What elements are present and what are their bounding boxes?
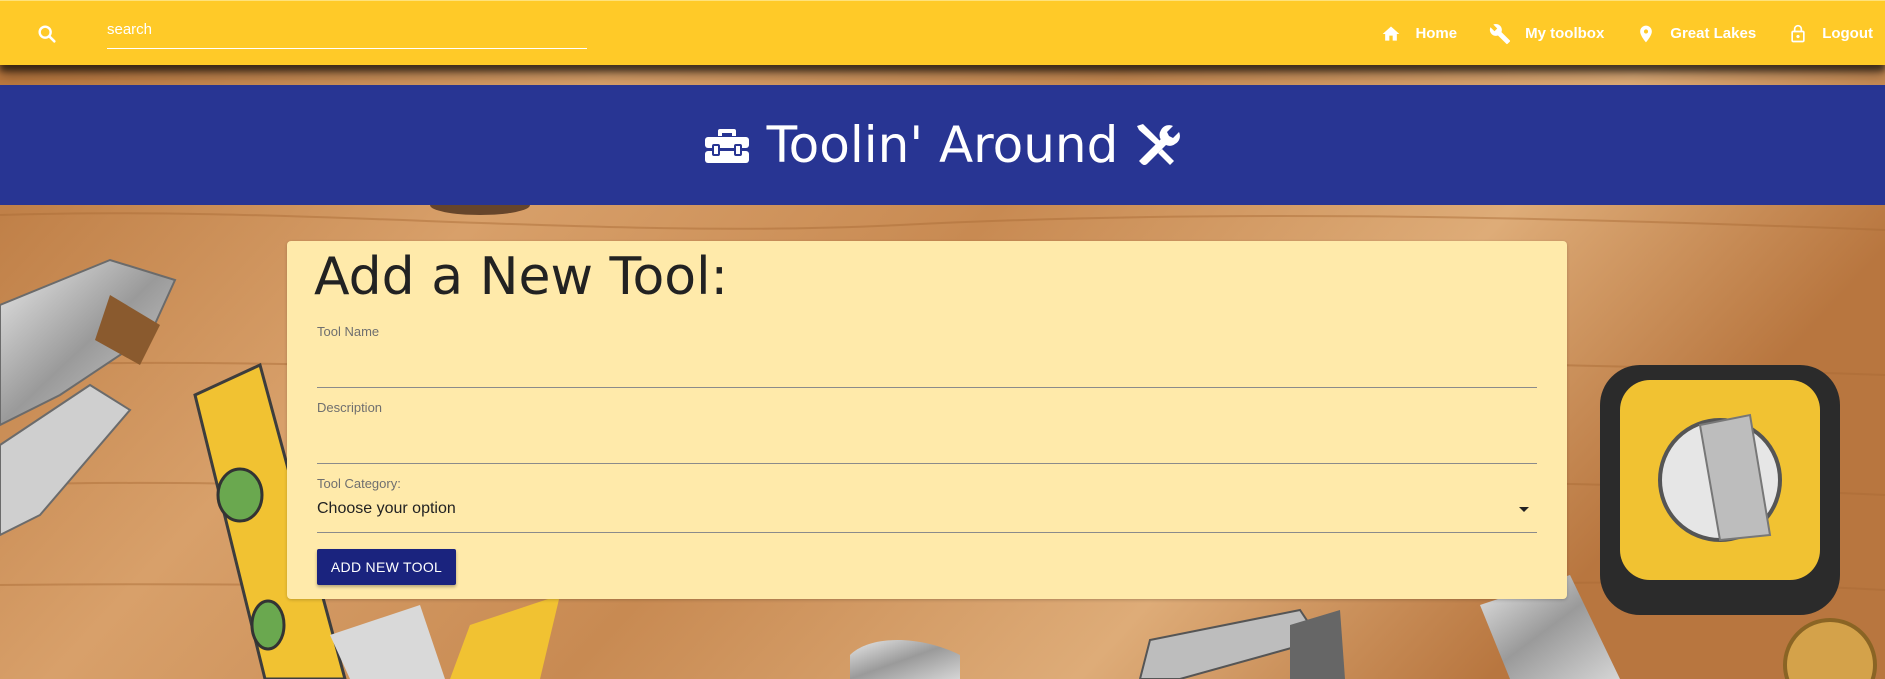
nav-link-great-lakes[interactable]: Great Lakes	[1636, 23, 1756, 45]
nav-link-my-toolbox[interactable]: My toolbox	[1489, 23, 1604, 45]
nav-link-my-toolbox-label: My toolbox	[1525, 25, 1605, 42]
tools-icon	[1137, 124, 1181, 166]
search-input[interactable]	[107, 11, 587, 49]
description-input[interactable]	[317, 433, 1537, 463]
toolbox-icon	[704, 129, 749, 163]
nav-link-logout[interactable]: Logout	[1788, 23, 1873, 45]
nav-link-great-lakes-label: Great Lakes	[1670, 25, 1757, 42]
home-icon	[1383, 26, 1400, 41]
nav-link-logout-label: Logout	[1822, 25, 1873, 42]
tool-name-underline	[317, 387, 1537, 388]
lock-icon	[1791, 24, 1805, 42]
tool-category-selected-value: Choose your option	[317, 500, 456, 517]
add-tool-form-card: Add a New Tool: Tool Name Description To…	[287, 241, 1567, 599]
tool-name-input[interactable]	[317, 357, 1537, 387]
chevron-down-icon[interactable]	[1519, 507, 1529, 512]
description-underline	[317, 463, 1537, 464]
tool-category-select[interactable]	[317, 493, 1537, 533]
site-title: Toolin' Around	[766, 116, 1119, 174]
nav-links: Home My toolbox Great Lakes Logout	[1349, 1, 1873, 66]
top-navbar: Home My toolbox Great Lakes Logout	[0, 0, 1885, 65]
form-title: Add a New Tool:	[314, 247, 729, 307]
wrench-icon	[1490, 23, 1511, 44]
nav-link-home[interactable]: Home	[1381, 24, 1457, 44]
description-label: Description	[317, 400, 383, 415]
nav-link-home-label: Home	[1415, 25, 1458, 42]
add-new-tool-button[interactable]: ADD NEW TOOL	[317, 549, 456, 585]
tool-category-label: Tool Category:	[317, 476, 401, 491]
title-banner: Toolin' Around	[0, 85, 1885, 205]
location-pin-icon	[1640, 25, 1653, 42]
brand-logo[interactable]: Toolin' Around	[703, 116, 1183, 174]
tool-name-label: Tool Name	[317, 324, 380, 339]
search-icon[interactable]	[36, 23, 58, 45]
tool-category-underline	[317, 532, 1537, 533]
